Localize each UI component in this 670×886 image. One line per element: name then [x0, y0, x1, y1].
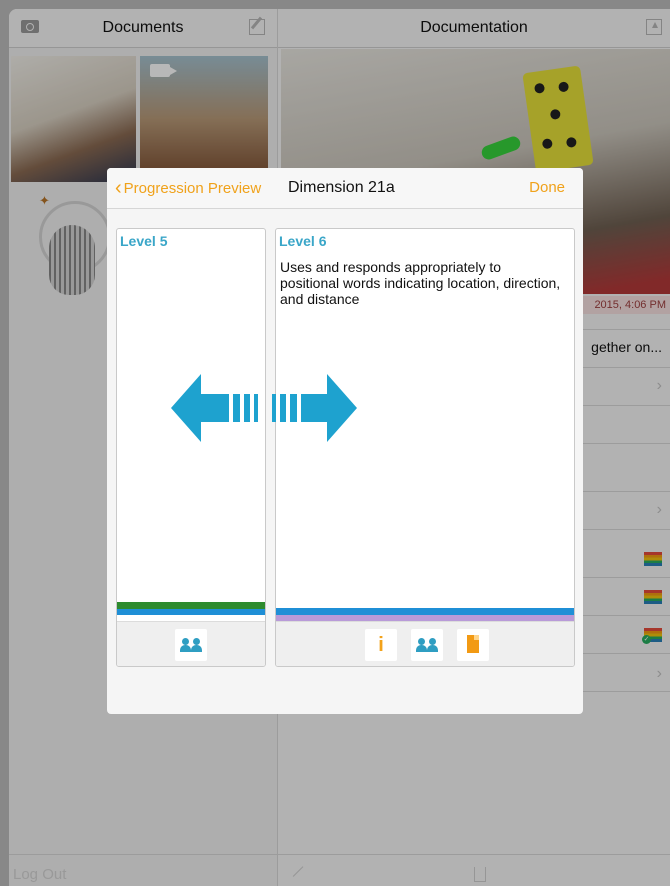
- people-icon: [416, 638, 438, 652]
- card-footer: [117, 621, 265, 666]
- blue-stripe: [276, 608, 574, 615]
- level-card[interactable]: Level 5: [116, 228, 266, 667]
- info-button[interactable]: i: [365, 629, 397, 661]
- document-button[interactable]: [457, 629, 489, 661]
- blue-stripe: [117, 609, 265, 615]
- level-label: Level 6: [279, 233, 327, 249]
- modal-header: ‹ Progression Preview Dimension 21a Done: [107, 168, 583, 209]
- card-footer: i: [276, 621, 574, 666]
- chevron-left-icon: ‹: [115, 177, 122, 199]
- back-label: Progression Preview: [123, 180, 262, 197]
- green-stripe: [117, 602, 265, 609]
- modal-title: Dimension 21a: [288, 179, 395, 196]
- done-button[interactable]: Done: [529, 168, 565, 208]
- document-icon: [467, 635, 479, 653]
- back-button[interactable]: ‹ Progression Preview: [115, 168, 261, 209]
- people-icon: [180, 638, 202, 652]
- double-arrow-icon: [171, 374, 357, 442]
- people-button[interactable]: [175, 629, 207, 661]
- level-label: Level 5: [120, 233, 168, 249]
- level-description: Uses and responds appropriately to posit…: [280, 259, 561, 307]
- level-card[interactable]: Level 6 Uses and responds appropriately …: [275, 228, 575, 667]
- info-icon: i: [378, 634, 384, 656]
- people-button[interactable]: [411, 629, 443, 661]
